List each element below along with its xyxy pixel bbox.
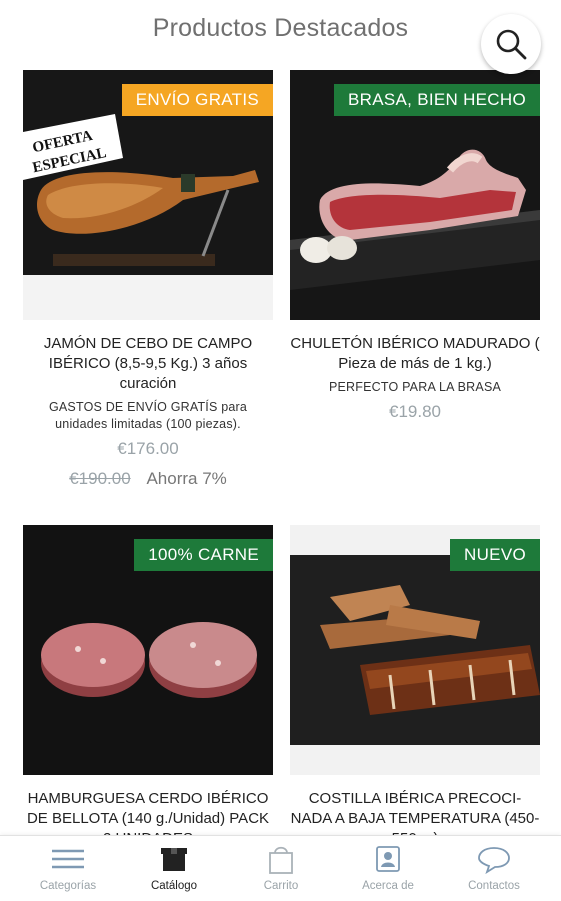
product-savings: Ahorra 7% <box>146 469 227 488</box>
product-grid: OFERTA ESPECIAL ENVÍO GRATIS JAMÓN DE CE… <box>0 0 561 900</box>
product-image-costilla[interactable]: NUEVO <box>290 525 540 775</box>
product-badge: NUEVO <box>450 539 540 571</box>
nav-label: Carrito <box>263 880 299 892</box>
nav-item-carrito[interactable]: Carrito <box>225 836 337 901</box>
search-button[interactable] <box>481 14 541 74</box>
contact-card-icon <box>376 846 400 872</box>
product-image-jamon[interactable]: OFERTA ESPECIAL ENVÍO GRATIS <box>23 70 273 320</box>
product-name[interactable]: CHULETÓN IBÉRICO MADURADO ( Pieza de más… <box>290 334 540 374</box>
chat-bubble-icon <box>478 847 510 874</box>
nav-item-catalogo[interactable]: Catálogo <box>118 836 230 901</box>
product-card-jamon[interactable]: OFERTA ESPECIAL ENVÍO GRATIS JAMÓN DE CE… <box>23 70 273 489</box>
product-old-price: €190.00 <box>69 469 131 488</box>
product-image-chuleton[interactable]: BRASA, BIEN HECHO <box>290 70 540 320</box>
search-icon <box>496 29 527 60</box>
product-price: €176.00 <box>117 439 179 458</box>
nav-label: Contactos <box>468 880 520 892</box>
nav-item-categorias[interactable]: Categorías <box>12 836 124 901</box>
bottom-navigation: Categorías Catálogo Carrito Acerca de Co… <box>0 835 561 901</box>
nav-item-contactos[interactable]: Contactos <box>438 836 550 901</box>
product-badge: 100% CARNE <box>134 539 273 571</box>
product-card-hamburguesa[interactable]: 100% CARNE HAMBURGUESA CERDO IBÉRICO DE … <box>23 525 273 849</box>
product-badge: ENVÍO GRATIS <box>121 84 273 116</box>
product-badge: BRASA, BIEN HECHO <box>334 84 540 116</box>
oferta-especial-stamp: OFERTA ESPECIAL <box>23 114 123 180</box>
product-description: GASTOS DE ENVÍO GRATÍS para unidades lim… <box>48 400 248 431</box>
menu-icon <box>52 849 84 869</box>
product-info: JAMÓN DE CEBO DE CAMPO IBÉRICO (8,5-9,5 … <box>23 334 273 489</box>
product-price: €19.80 <box>389 402 441 421</box>
nav-label: Catálogo <box>150 880 198 892</box>
catalog-box-icon <box>161 848 187 871</box>
product-info: CHULETÓN IBÉRICO MADURADO ( Pieza de más… <box>290 334 540 422</box>
product-card-costilla[interactable]: NUEVO COSTILLA IBÉRICA PRECOCI-NADA A BA… <box>290 525 540 849</box>
product-name[interactable]: JAMÓN DE CEBO DE CAMPO IBÉRICO (8,5-9,5 … <box>23 334 273 394</box>
product-description: PERFECTO PARA LA BRASA <box>328 380 502 394</box>
price-comparison: €190.00 Ahorra 7% <box>23 469 273 489</box>
product-image-hamburguesa[interactable]: 100% CARNE <box>23 525 273 775</box>
nav-item-acerca-de[interactable]: Acerca de <box>332 836 444 901</box>
product-card-chuleton[interactable]: BRASA, BIEN HECHO CHULETÓN IBÉRICO MADUR… <box>290 70 540 422</box>
shopping-bag-icon <box>269 846 293 874</box>
nav-label: Categorías <box>39 880 97 892</box>
nav-label: Acerca de <box>362 880 414 892</box>
